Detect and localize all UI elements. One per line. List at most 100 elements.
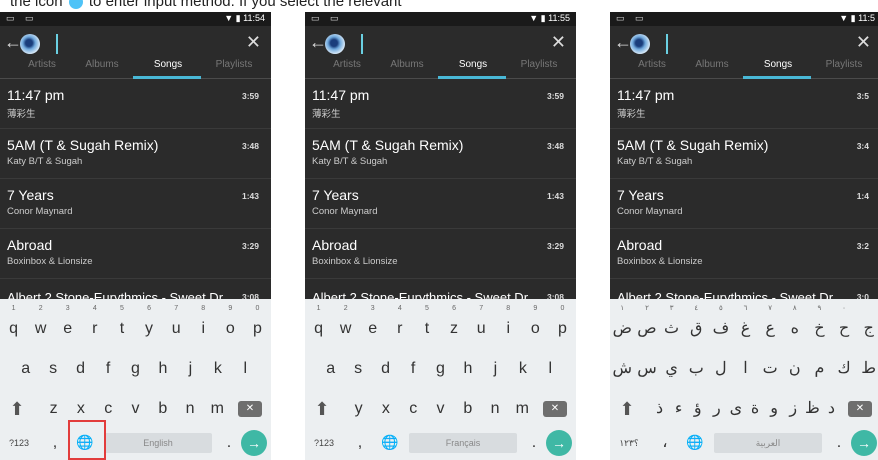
key[interactable]: 3e bbox=[362, 305, 384, 345]
comma-key[interactable]: , bbox=[349, 427, 371, 459]
tab-playlists[interactable]: Playlists bbox=[204, 59, 264, 70]
key[interactable]: 3e bbox=[57, 305, 79, 345]
space-key[interactable]: English bbox=[104, 433, 212, 453]
key[interactable]: ٥ف bbox=[710, 305, 732, 345]
key[interactable]: ٢ص bbox=[636, 305, 658, 345]
key[interactable]: 9o bbox=[219, 305, 241, 345]
key[interactable]: ٣ث bbox=[661, 305, 683, 345]
key[interactable]: m bbox=[511, 393, 533, 425]
comma-key[interactable]: ، bbox=[654, 427, 676, 459]
close-icon[interactable]: ✕ bbox=[856, 32, 871, 53]
enter-key-icon[interactable]: → bbox=[241, 430, 267, 456]
key[interactable]: 5t bbox=[416, 305, 438, 345]
tab-playlists[interactable]: Playlists bbox=[814, 59, 874, 70]
space-key[interactable]: Français bbox=[409, 433, 517, 453]
search-input[interactable] bbox=[56, 34, 58, 54]
tab-playlists[interactable]: Playlists bbox=[509, 59, 569, 70]
song-row[interactable]: 7 Years Conor Maynard 1:43 bbox=[0, 179, 271, 229]
globe-icon[interactable]: 🌐 bbox=[379, 431, 401, 453]
key[interactable]: 7u bbox=[165, 305, 187, 345]
globe-icon[interactable]: 🌐 bbox=[684, 431, 706, 453]
key[interactable]: 2w bbox=[30, 305, 52, 345]
tab-albums[interactable]: Albums bbox=[377, 59, 437, 70]
tab-artists[interactable]: Artists bbox=[317, 59, 377, 70]
key[interactable]: 4r bbox=[389, 305, 411, 345]
key[interactable]: 9o bbox=[524, 305, 546, 345]
key[interactable]: ا bbox=[735, 353, 757, 385]
key[interactable]: ط bbox=[858, 353, 878, 385]
key[interactable]: x bbox=[375, 393, 397, 425]
tab-albums[interactable]: Albums bbox=[72, 59, 132, 70]
song-row[interactable]: 11:47 pm 薄彩生 3:59 bbox=[305, 79, 576, 129]
key[interactable]: y bbox=[348, 393, 370, 425]
key[interactable]: l bbox=[539, 353, 561, 385]
period-key[interactable]: . bbox=[218, 427, 240, 459]
tab-songs[interactable]: Songs bbox=[443, 59, 503, 70]
key[interactable]: j bbox=[179, 353, 201, 385]
song-row[interactable]: Abroad Boxinbox & Lionsize 3:29 bbox=[305, 229, 576, 279]
key[interactable]: z bbox=[43, 393, 65, 425]
song-row[interactable]: 7 Years Conor Maynard 1:4 bbox=[610, 179, 878, 229]
key[interactable]: س bbox=[636, 353, 658, 385]
symbols-key[interactable]: ?123 bbox=[309, 427, 339, 459]
song-row[interactable]: 5AM (T & Sugah Remix) Katy B/T & Sugah 3:4… bbox=[305, 129, 576, 179]
key[interactable]: 5t bbox=[111, 305, 133, 345]
key[interactable]: j bbox=[484, 353, 506, 385]
key[interactable]: s bbox=[347, 353, 369, 385]
period-key[interactable]: . bbox=[828, 427, 850, 459]
key[interactable]: 6y bbox=[138, 305, 160, 345]
song-row[interactable]: 7 Years Conor Maynard 1:43 bbox=[305, 179, 576, 229]
key[interactable]: ب bbox=[685, 353, 707, 385]
symbols-key[interactable]: ؟١٢٣ bbox=[614, 427, 644, 459]
shift-key-icon[interactable]: ⬆ bbox=[311, 393, 333, 425]
close-icon[interactable]: ✕ bbox=[246, 32, 261, 53]
key[interactable]: 2w bbox=[335, 305, 357, 345]
enter-key-icon[interactable]: → bbox=[546, 430, 572, 456]
song-row[interactable]: 11:47 pm 薄彩生 3:59 bbox=[0, 79, 271, 129]
key[interactable]: 0p bbox=[246, 305, 268, 345]
key[interactable]: d bbox=[70, 353, 92, 385]
shift-key-icon[interactable]: ⬆ bbox=[616, 393, 638, 425]
backspace-key-icon[interactable]: ✕ bbox=[238, 401, 262, 417]
key[interactable]: g bbox=[125, 353, 147, 385]
key[interactable]: ٩خ bbox=[808, 305, 830, 345]
key[interactable]: م bbox=[808, 353, 830, 385]
key[interactable]: ن bbox=[784, 353, 806, 385]
space-key[interactable]: العربية bbox=[714, 433, 822, 453]
key[interactable]: 0p bbox=[551, 305, 573, 345]
key[interactable]: ت bbox=[759, 353, 781, 385]
key[interactable]: ي bbox=[661, 353, 683, 385]
key[interactable]: ٨ه bbox=[784, 305, 806, 345]
tab-songs[interactable]: Songs bbox=[138, 59, 198, 70]
key[interactable]: k bbox=[512, 353, 534, 385]
key[interactable]: ٧ع bbox=[759, 305, 781, 345]
tab-albums[interactable]: Albums bbox=[682, 59, 742, 70]
key[interactable]: 1q bbox=[308, 305, 330, 345]
close-icon[interactable]: ✕ bbox=[551, 32, 566, 53]
key[interactable]: ل bbox=[710, 353, 732, 385]
key[interactable]: a bbox=[15, 353, 37, 385]
song-row[interactable]: 11:47 pm 薄彩生 3:5 bbox=[610, 79, 878, 129]
song-row[interactable]: Abroad Boxinbox & Lionsize 3:2 bbox=[610, 229, 878, 279]
song-row[interactable]: 5AM (T & Sugah Remix) Katy B/T & Sugah 3:4… bbox=[0, 129, 271, 179]
key[interactable]: g bbox=[430, 353, 452, 385]
backspace-key-icon[interactable]: ✕ bbox=[848, 401, 872, 417]
key[interactable]: ٠ح bbox=[833, 305, 855, 345]
tab-songs[interactable]: Songs bbox=[748, 59, 808, 70]
key[interactable]: 7u bbox=[470, 305, 492, 345]
key[interactable]: ش bbox=[611, 353, 633, 385]
symbols-key[interactable]: ?123 bbox=[4, 427, 34, 459]
key[interactable]: f bbox=[97, 353, 119, 385]
key[interactable]: a bbox=[320, 353, 342, 385]
key[interactable]: h bbox=[457, 353, 479, 385]
key[interactable]: 1q bbox=[3, 305, 25, 345]
key[interactable]: v bbox=[430, 393, 452, 425]
key[interactable]: ٤ق bbox=[685, 305, 707, 345]
key[interactable]: ج bbox=[858, 313, 878, 345]
shift-key-icon[interactable]: ⬆ bbox=[6, 393, 28, 425]
key[interactable]: b bbox=[152, 393, 174, 425]
key[interactable]: b bbox=[457, 393, 479, 425]
key[interactable]: k bbox=[207, 353, 229, 385]
key[interactable]: d bbox=[375, 353, 397, 385]
tab-artists[interactable]: Artists bbox=[622, 59, 682, 70]
